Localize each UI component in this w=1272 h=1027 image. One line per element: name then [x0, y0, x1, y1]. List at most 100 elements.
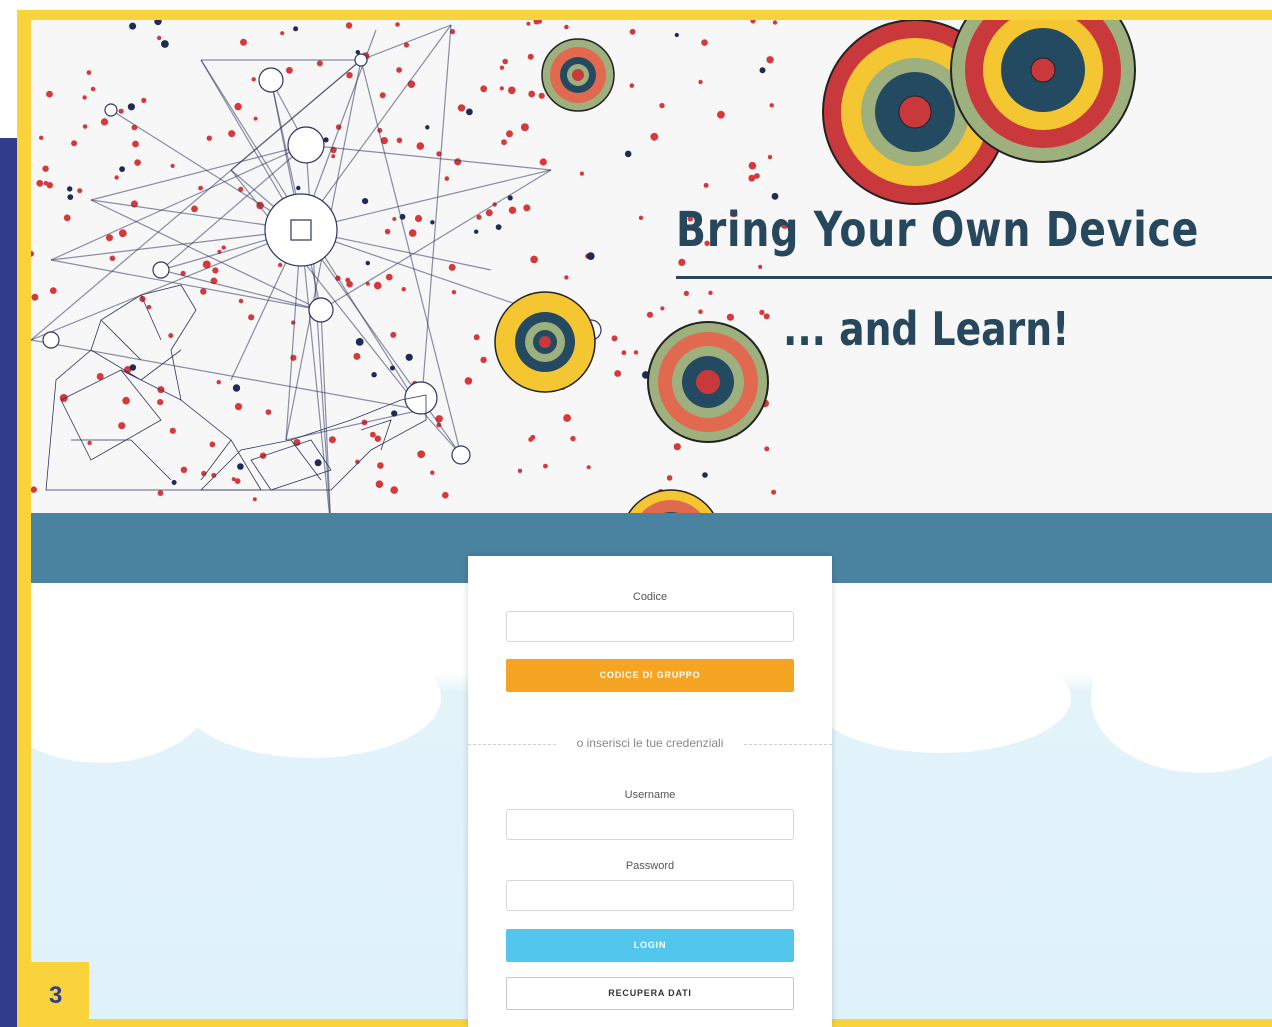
decor-dot	[579, 171, 585, 176]
page-number-badge: 3	[31, 962, 89, 1019]
decor-dot	[638, 215, 644, 220]
decor-dot	[114, 175, 119, 180]
decor-dot	[296, 185, 301, 191]
decor-dot	[39, 135, 44, 140]
decor-dot	[390, 331, 397, 338]
decor-dot	[633, 350, 639, 355]
decor-dot	[763, 313, 770, 320]
decor-dot	[251, 77, 256, 82]
decor-dot	[564, 275, 569, 280]
decor-dot	[502, 58, 509, 65]
decor-dot	[200, 288, 207, 295]
decor-dot	[240, 38, 247, 46]
codice-label: Codice	[632, 591, 668, 603]
target-circles	[494, 20, 1136, 513]
decor-dot	[703, 182, 709, 188]
decor-dot	[539, 158, 547, 166]
banner-illustration: Bring Your Own Device ... and Learn!	[31, 20, 1272, 513]
decor-dot	[385, 273, 393, 281]
decor-dot	[168, 333, 174, 339]
decor-dot	[448, 263, 456, 271]
cloud-shape	[811, 643, 1071, 753]
decor-dot	[328, 436, 336, 444]
decor-dot	[146, 304, 152, 310]
decor-dot	[392, 217, 397, 221]
decor-dot	[499, 65, 505, 70]
decor-dot	[170, 163, 175, 168]
decor-dot	[526, 21, 531, 26]
decor-dot	[71, 140, 78, 147]
decor-dot	[346, 72, 353, 79]
decor-dot	[764, 446, 770, 452]
yellow-frame-left	[17, 10, 31, 1027]
decor-dot	[216, 380, 221, 385]
network-node	[287, 126, 325, 164]
decor-dot	[228, 130, 236, 138]
decor-dot	[127, 103, 135, 111]
decor-dot	[362, 198, 369, 205]
target-bottom	[628, 489, 714, 513]
decor-dot	[758, 264, 763, 269]
decor-dot	[238, 298, 244, 304]
decor-dot	[454, 158, 462, 166]
decor-dot	[122, 396, 130, 405]
decor-dot	[331, 154, 336, 159]
decor-dot	[86, 70, 92, 75]
decor-dot	[586, 252, 595, 260]
banner-title: Bring Your Own Device	[676, 202, 1200, 258]
decor-dot	[508, 86, 516, 95]
decor-dot	[517, 468, 523, 473]
password-input[interactable]	[506, 880, 794, 911]
decor-dot	[353, 352, 361, 360]
decor-dot	[248, 314, 255, 321]
decor-dot	[678, 258, 686, 266]
decor-dot	[530, 255, 538, 264]
recover-data-button[interactable]: RECUPERA DATI	[506, 977, 794, 1010]
decor-dot	[265, 409, 272, 415]
decor-dot	[118, 108, 124, 114]
target-center	[647, 321, 769, 443]
decor-dot	[473, 334, 480, 341]
username-input[interactable]	[506, 809, 794, 840]
decor-dot	[157, 35, 162, 41]
decor-dot	[90, 86, 96, 92]
username-label: Username	[624, 789, 676, 801]
decor-dot	[466, 108, 473, 116]
decor-dot	[407, 80, 416, 88]
decor-dot	[67, 186, 73, 192]
title-underline	[676, 276, 1272, 279]
decor-dot	[234, 102, 242, 111]
network-edge	[320, 169, 552, 311]
decor-dot	[373, 281, 382, 290]
login-button[interactable]: LOGIN	[506, 929, 794, 962]
banner-subtitle: ... and Learn!	[783, 302, 1070, 356]
decor-dot	[659, 102, 665, 109]
group-code-button[interactable]: CODICE DI GRUPPO	[506, 659, 794, 692]
decor-dot	[212, 267, 219, 274]
decor-dot	[570, 435, 576, 442]
decor-dot	[370, 431, 376, 438]
decor-dot	[457, 104, 466, 112]
decor-dot	[451, 290, 457, 295]
decor-dot	[234, 403, 243, 411]
decor-dot	[161, 40, 169, 48]
network-edge	[420, 24, 452, 411]
decor-dot	[495, 224, 502, 231]
decor-dot	[564, 24, 569, 30]
decor-dot	[129, 364, 137, 371]
decor-dot	[474, 229, 479, 234]
decor-dot	[416, 142, 425, 150]
page-number: 3	[49, 982, 63, 1009]
decor-dot	[480, 85, 488, 93]
network-node	[451, 445, 471, 465]
codice-input[interactable]	[506, 611, 794, 642]
decor-dot	[523, 204, 531, 212]
decor-dot	[118, 229, 127, 238]
network-node	[42, 331, 60, 349]
decor-dot	[508, 206, 517, 214]
network-edge	[50, 259, 322, 311]
decor-dot	[169, 427, 176, 434]
decor-dot	[586, 465, 591, 470]
decor-dot	[77, 188, 83, 194]
decor-dot	[375, 480, 384, 489]
